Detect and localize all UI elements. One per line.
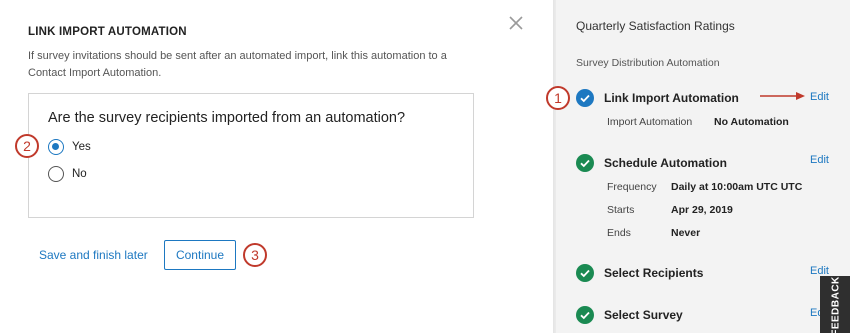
panel-heading: LINK IMPORT AUTOMATION (28, 26, 187, 38)
question-text: Are the survey recipients imported from … (48, 110, 406, 126)
radio-yes-indicator[interactable] (48, 139, 64, 155)
arrow-right-icon (760, 92, 805, 100)
detail-label-import-automation: Import Automation (607, 116, 693, 128)
feedback-tab[interactable]: FEEDBACK (820, 276, 850, 336)
survey-title: Quarterly Satisfaction Ratings (576, 19, 735, 33)
detail-label-starts: Starts (607, 204, 635, 216)
radio-yes-label: Yes (72, 141, 91, 153)
detail-value-frequency: Daily at 10:00am UTC UTC (671, 181, 803, 193)
detail-value-starts: Apr 29, 2019 (671, 204, 733, 216)
callout-3: 3 (243, 243, 267, 267)
detail-label-ends: Ends (607, 227, 631, 239)
edit-schedule-automation[interactable]: Edit (810, 154, 829, 166)
step-complete-check-icon (576, 306, 594, 324)
link-import-automation-panel: LINK IMPORT AUTOMATION If survey invitat… (0, 0, 553, 333)
detail-label-frequency: Frequency (607, 181, 657, 193)
callout-2: 2 (15, 134, 39, 158)
save-and-finish-later-link[interactable]: Save and finish later (39, 248, 148, 262)
radio-no[interactable]: No (48, 166, 87, 182)
continue-button[interactable]: Continue (164, 240, 236, 270)
step-select-recipients: Select Recipients (604, 266, 704, 280)
step-link-import-automation: Link Import Automation (604, 91, 739, 105)
radio-yes[interactable]: Yes (48, 139, 91, 155)
feedback-label: FEEDBACK (830, 276, 842, 336)
automation-sidebar: Quarterly Satisfaction Ratings Survey Di… (556, 0, 850, 333)
detail-value-ends: Never (671, 227, 701, 239)
step-complete-check-icon (576, 264, 594, 282)
close-icon (509, 16, 523, 30)
panel-description: If survey invitations should be sent aft… (28, 50, 447, 79)
detail-value-import-automation: No Automation (714, 116, 789, 128)
step-select-survey: Select Survey (604, 308, 683, 322)
sidebar-subtitle: Survey Distribution Automation (576, 57, 720, 69)
step-complete-check-icon (576, 154, 594, 172)
callout-1: 1 (546, 86, 570, 110)
close-button[interactable] (507, 14, 525, 32)
step-current-check-icon (576, 89, 594, 107)
radio-no-indicator[interactable] (48, 166, 64, 182)
edit-link-import-automation[interactable]: Edit (810, 91, 829, 103)
question-box: Are the survey recipients imported from … (28, 93, 474, 218)
radio-no-label: No (72, 168, 87, 180)
step-schedule-automation: Schedule Automation (604, 156, 727, 170)
